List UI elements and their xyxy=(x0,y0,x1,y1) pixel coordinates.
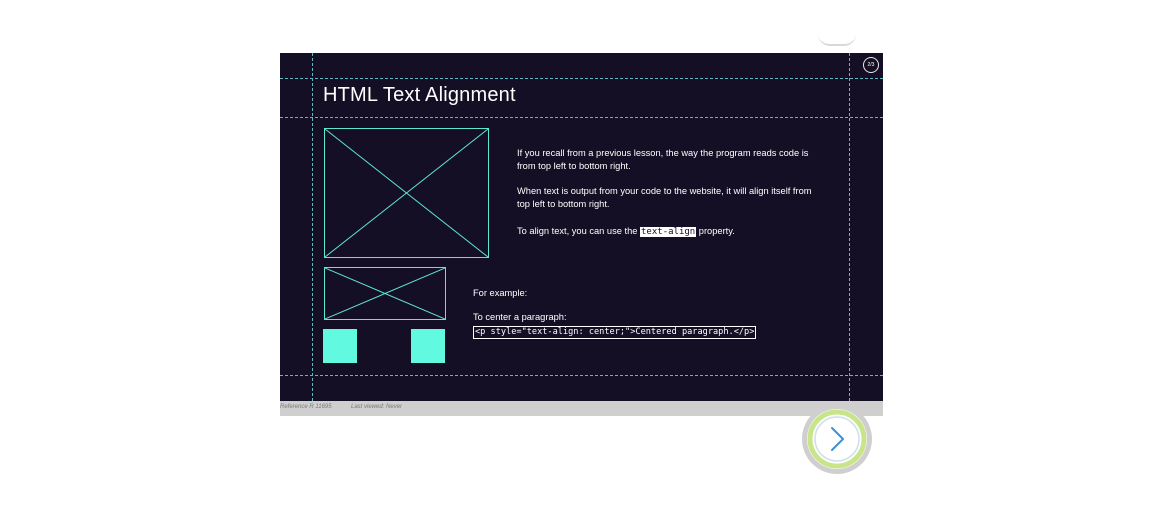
guide-line-title xyxy=(280,117,883,118)
slide-footer: Reference R 11695 Last viewed: Never xyxy=(280,401,883,416)
placeholder-cross-icon xyxy=(325,268,445,319)
guide-line-right xyxy=(849,53,850,401)
top-decorative-arc xyxy=(818,34,856,46)
code-example: <p style="text-align: center;">Centered … xyxy=(473,326,757,339)
progress-ring-icon xyxy=(802,404,872,474)
example-label: For example: xyxy=(473,288,528,298)
text-align-intro-before: To align text, you can use the xyxy=(517,226,641,236)
paragraph-output-alignment: When text is output from your code to th… xyxy=(517,186,812,209)
accent-block-right xyxy=(411,329,445,363)
text-align-intro-after: property. xyxy=(696,226,735,236)
image-placeholder-small xyxy=(324,267,446,320)
center-paragraph-label: To center a paragraph: xyxy=(473,312,567,322)
accent-block-left xyxy=(323,329,357,363)
text-align-code: text-align xyxy=(640,227,697,237)
paragraph-reading-order: If you recall from a previous lesson, th… xyxy=(517,148,809,171)
paragraph-text-align-intro: To align text, you can use the text-alig… xyxy=(517,225,822,239)
guide-line-bottom xyxy=(280,375,883,376)
reference-text: Reference R 11695 xyxy=(280,404,332,410)
page-counter: 2/3 xyxy=(863,57,879,73)
guide-line-top xyxy=(280,78,883,79)
placeholder-cross-icon xyxy=(325,129,488,257)
last-viewed-text: Last viewed: Never xyxy=(351,404,403,410)
image-placeholder-large xyxy=(324,128,489,258)
lesson-slide: 2/3 HTML Text Alignment If you recall fr… xyxy=(280,53,883,401)
guide-line-left xyxy=(312,53,313,401)
next-button[interactable] xyxy=(801,403,873,475)
slide-title: HTML Text Alignment xyxy=(323,84,516,106)
